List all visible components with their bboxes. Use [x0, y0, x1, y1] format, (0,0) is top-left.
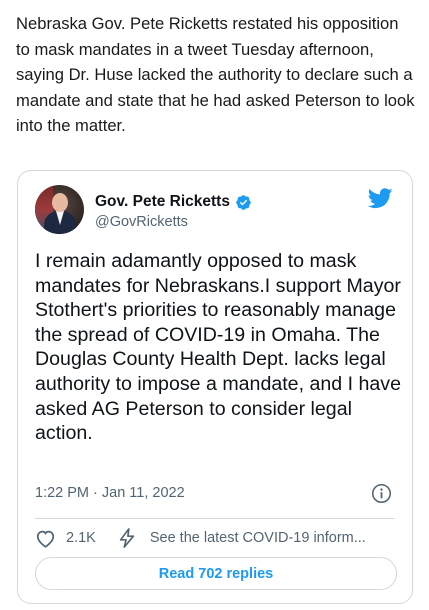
avatar[interactable] — [35, 185, 84, 234]
divider — [35, 518, 395, 519]
article-paragraph: Nebraska Gov. Pete Ricketts restated his… — [16, 14, 415, 135]
like-count[interactable]: 2.1K — [66, 530, 96, 546]
heart-icon[interactable] — [35, 529, 56, 548]
info-icon[interactable] — [371, 483, 392, 504]
verified-badge-icon — [236, 194, 251, 210]
twitter-bird-icon[interactable] — [368, 188, 393, 209]
read-replies-button[interactable]: Read 702 replies — [35, 557, 397, 590]
author-name-text: Gov. Pete Ricketts — [95, 193, 230, 210]
lightning-bolt-icon — [119, 528, 135, 548]
tweet-actions: 2.1K See the latest COVID-19 inform... — [35, 527, 400, 549]
tweet-timestamp[interactable]: 1:22 PM · Jan 11, 2022 — [35, 485, 185, 501]
latest-covid-info-link[interactable]: See the latest COVID-19 inform... — [150, 530, 366, 546]
embedded-tweet[interactable]: Gov. Pete Ricketts @GovRicketts I remain… — [17, 170, 413, 604]
author-name[interactable]: Gov. Pete Ricketts — [95, 193, 252, 211]
tweet-text: I remain adamantly opposed to mask manda… — [35, 250, 401, 445]
author-handle[interactable]: @GovRicketts — [95, 214, 188, 230]
